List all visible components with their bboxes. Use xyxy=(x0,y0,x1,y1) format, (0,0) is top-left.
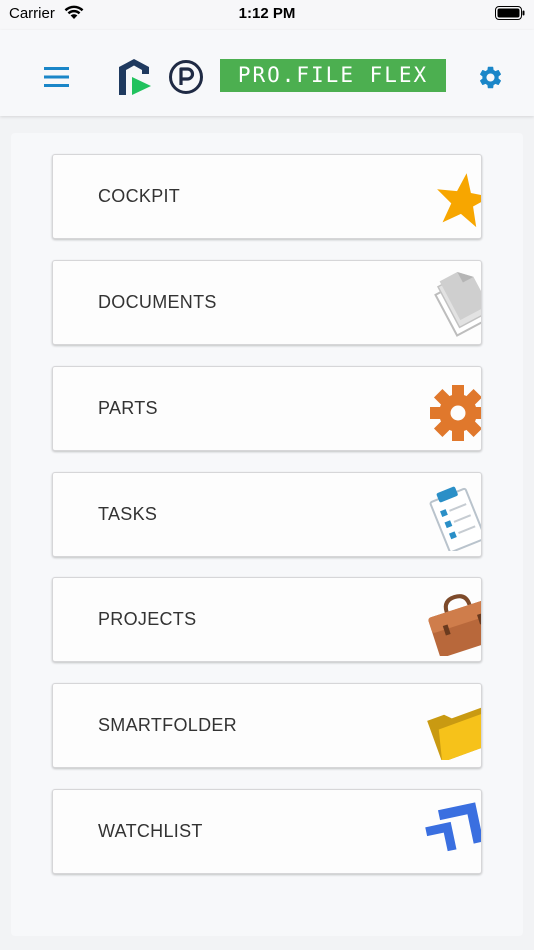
battery-icon xyxy=(495,6,525,20)
module-card-documents[interactable]: DOCUMENTS xyxy=(52,260,482,345)
logo-p-icon xyxy=(169,60,203,94)
logo-r-icon xyxy=(119,59,151,95)
chevrons-icon xyxy=(425,802,481,852)
module-card-watchlist[interactable]: WATCHLIST xyxy=(52,789,482,874)
folder-icon xyxy=(427,706,481,760)
module-label: TASKS xyxy=(98,504,158,524)
module-list: COCKPIT DOCUMENTS PARTS TASKS PROJECTS S… xyxy=(11,133,523,936)
module-card-smartfolder[interactable]: SMARTFOLDER xyxy=(52,683,482,768)
star-icon xyxy=(437,173,481,228)
module-label: COCKPIT xyxy=(98,186,181,206)
clock-time: 1:12 PM xyxy=(238,5,296,22)
briefcase-icon xyxy=(428,594,481,656)
module-label: SMARTFOLDER xyxy=(98,715,237,735)
status-bar: Carrier 1:12 PM xyxy=(0,0,534,30)
brand-title: PRO.FILE FLEX xyxy=(220,59,446,92)
gear-icon[interactable] xyxy=(477,64,504,91)
module-card-cockpit[interactable]: COCKPIT xyxy=(52,154,482,239)
module-label: PROJECTS xyxy=(98,609,197,629)
app-header: PRO.FILE FLEX xyxy=(0,30,534,116)
clipboard-icon xyxy=(429,486,481,551)
documents-icon xyxy=(434,271,481,337)
module-label: DOCUMENTS xyxy=(98,292,217,312)
menu-icon[interactable] xyxy=(44,67,69,87)
module-card-parts[interactable]: PARTS xyxy=(52,366,482,451)
gear-icon xyxy=(430,385,481,441)
module-label: PARTS xyxy=(98,398,158,418)
module-card-projects[interactable]: PROJECTS xyxy=(52,577,482,662)
module-card-tasks[interactable]: TASKS xyxy=(52,472,482,557)
module-label: WATCHLIST xyxy=(98,821,203,841)
